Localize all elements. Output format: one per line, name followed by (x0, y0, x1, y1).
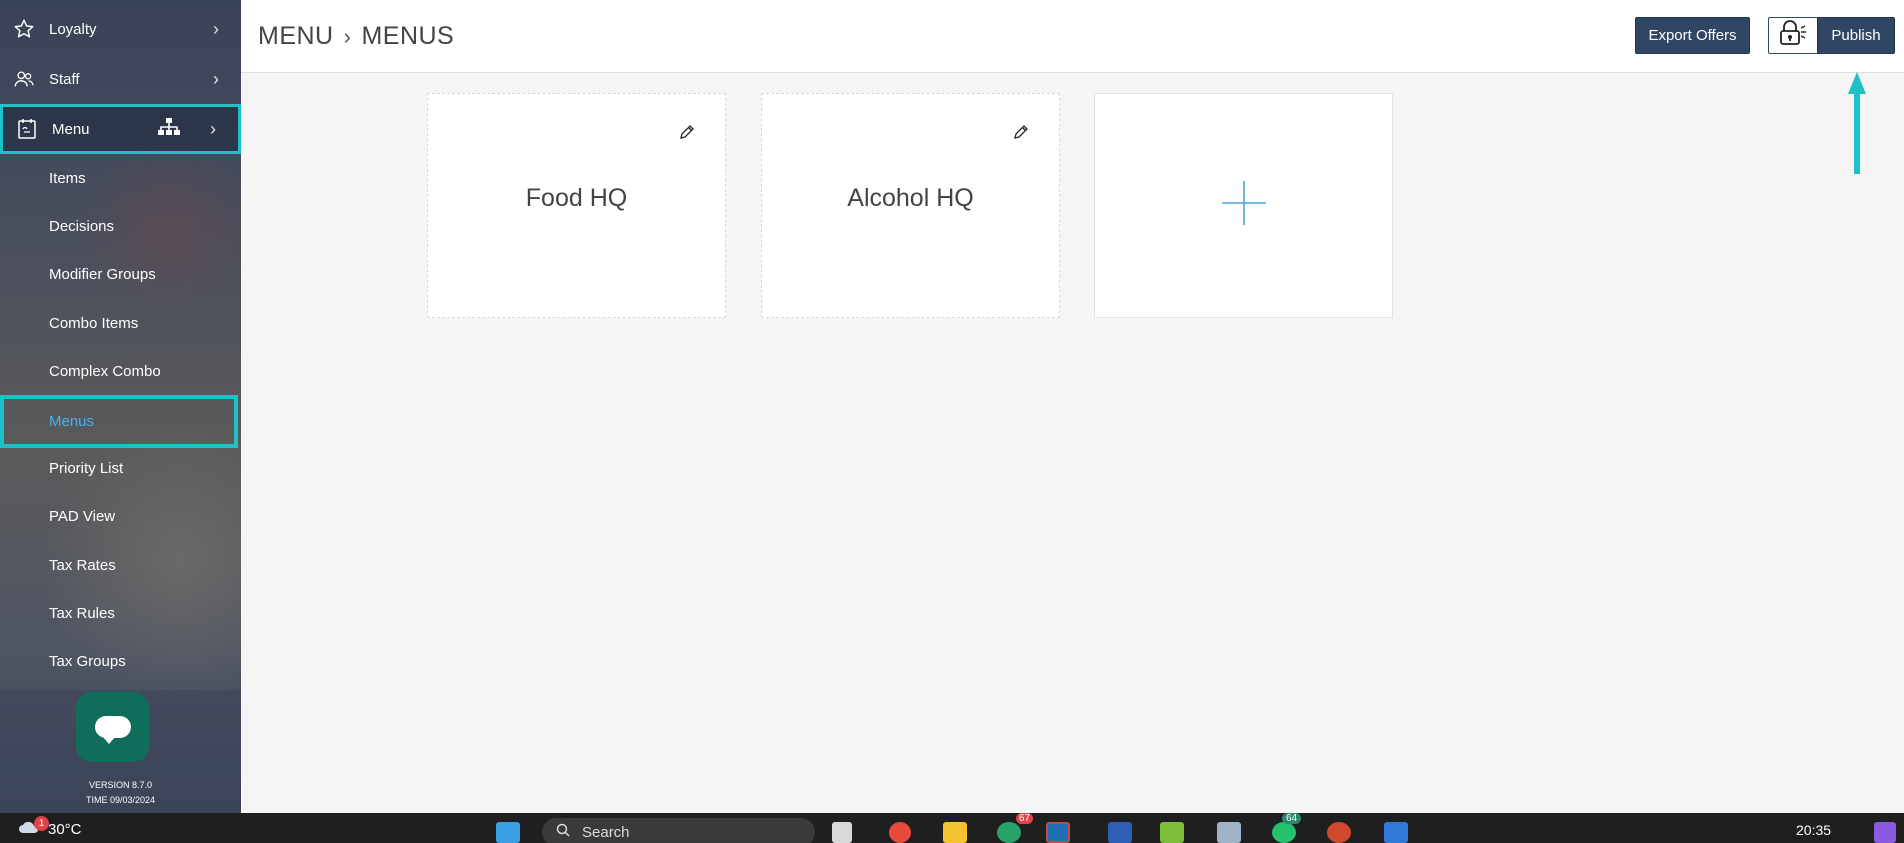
sidebar-subitem-label: Menus (49, 413, 95, 430)
menu-card-food-hq[interactable]: Food HQ (427, 93, 726, 318)
outlook-icon[interactable] (1046, 822, 1070, 843)
chevron-right-icon: › (343, 23, 352, 49)
sidebar-subitem-decisions[interactable]: Decisions (0, 202, 241, 250)
sidebar-subitem-complex-combo[interactable]: Complex Combo (0, 347, 241, 395)
app-icon[interactable] (1160, 822, 1184, 843)
chevron-right-icon: › (213, 68, 219, 89)
weather-alert-badge: 1 (34, 816, 49, 831)
menu-card-alcohol-hq[interactable]: Alcohol HQ (761, 93, 1060, 318)
sitemap-icon[interactable] (158, 118, 180, 140)
sidebar-item-menu[interactable]: Menu › (0, 104, 241, 154)
sidebar-subitem-tax-groups[interactable]: Tax Groups (0, 637, 241, 685)
sidebar-subitem-items[interactable]: Items (0, 154, 241, 202)
pencil-icon[interactable] (1013, 124, 1029, 145)
sidebar-subitem-label: Modifier Groups (49, 265, 156, 283)
app-icon[interactable] (1217, 822, 1241, 843)
whatsapp-badge: 64 (1282, 813, 1302, 824)
word-icon[interactable] (1108, 822, 1132, 843)
sidebar-item-label: Staff (49, 70, 80, 88)
sidebar-item-label: Menu (52, 120, 90, 138)
weather-widget[interactable]: 30°C (18, 820, 82, 838)
sidebar-subitem-label: Tax Rules (49, 604, 115, 622)
sidebar: Loyalty › Staff › Menu › Items Decisions… (0, 0, 241, 813)
sidebar-subitem-priority-list[interactable]: Priority List (0, 444, 241, 492)
star-icon (12, 17, 36, 41)
temperature-text: 30°C (48, 820, 82, 838)
search-placeholder: Search (582, 823, 630, 841)
os-taskbar: 30°C 1 Search 67 64 20:35 (0, 813, 1904, 843)
annotation-arrow (1847, 68, 1867, 181)
plus-icon (1221, 180, 1267, 231)
whatsapp-icon[interactable] (1272, 822, 1296, 843)
sidebar-subitem-menus[interactable]: Menus (0, 395, 238, 448)
sidebar-item-loyalty[interactable]: Loyalty › (0, 4, 241, 54)
sidebar-subitem-pad-view[interactable]: PAD View (0, 492, 241, 540)
lock-icon (1779, 20, 1807, 51)
chevron-right-icon: › (213, 18, 219, 39)
breadcrumb-current: MENUS (361, 22, 455, 50)
taskbar-search[interactable]: Search (542, 818, 815, 843)
lock-toggle-button[interactable] (1768, 17, 1818, 54)
sidebar-item-staff[interactable]: Staff › (0, 54, 241, 104)
sidebar-subitem-label: Tax Groups (49, 652, 126, 670)
sidebar-subitem-label: Complex Combo (49, 362, 161, 380)
search-icon (556, 823, 570, 841)
sidebar-subitem-label: Items (49, 169, 86, 187)
windows-start-icon[interactable] (496, 822, 520, 843)
sidebar-subitem-label: Tax Rates (49, 556, 116, 574)
powerpoint-icon[interactable] (1327, 822, 1351, 843)
menu-card-title: Alcohol HQ (847, 184, 974, 212)
chat-button[interactable] (76, 692, 149, 762)
version-text: VERSION 8.7.0 (88, 780, 153, 790)
sidebar-subitem-label: Priority List (49, 459, 124, 477)
clock[interactable]: 20:35 (1796, 822, 1831, 838)
sidebar-subitem-label: PAD View (49, 507, 116, 525)
users-icon (12, 67, 36, 91)
breadcrumb-parent[interactable]: MENU (258, 22, 334, 51)
export-offers-button[interactable]: Export Offers (1635, 17, 1750, 54)
sidebar-subitem-tax-rates[interactable]: Tax Rates (0, 541, 241, 589)
sidebar-item-label: Loyalty (49, 20, 97, 38)
sidebar-subitem-modifier-groups[interactable]: Modifier Groups (0, 250, 241, 298)
publish-button[interactable]: Publish (1817, 17, 1895, 54)
sidebar-subitem-combo-items[interactable]: Combo Items (0, 299, 241, 347)
chevron-right-icon: › (210, 118, 216, 139)
chrome-icon[interactable] (889, 822, 911, 843)
slack-icon[interactable] (997, 822, 1021, 843)
page-header: MENU › MENUS Export Offers Publish (241, 0, 1904, 73)
pencil-icon[interactable] (679, 124, 695, 145)
breadcrumb: MENU › MENUS (258, 22, 454, 51)
time-text: TIME 09/03/2024 (85, 795, 156, 805)
menu-book-icon (15, 117, 39, 141)
add-menu-card[interactable] (1094, 93, 1393, 318)
sidebar-subitem-label: Decisions (49, 217, 115, 235)
sidebar-subitem-tax-rules[interactable]: Tax Rules (0, 589, 241, 637)
copilot-icon[interactable] (1874, 822, 1896, 843)
chat-bubble-icon (94, 716, 131, 744)
menu-card-title: Food HQ (525, 184, 628, 212)
sidebar-subitem-label: Combo Items (49, 314, 139, 332)
task-view-icon[interactable] (832, 822, 852, 843)
file-explorer-icon[interactable] (943, 822, 967, 843)
slack-badge: 67 (1016, 813, 1034, 824)
app-icon[interactable] (1384, 822, 1408, 843)
